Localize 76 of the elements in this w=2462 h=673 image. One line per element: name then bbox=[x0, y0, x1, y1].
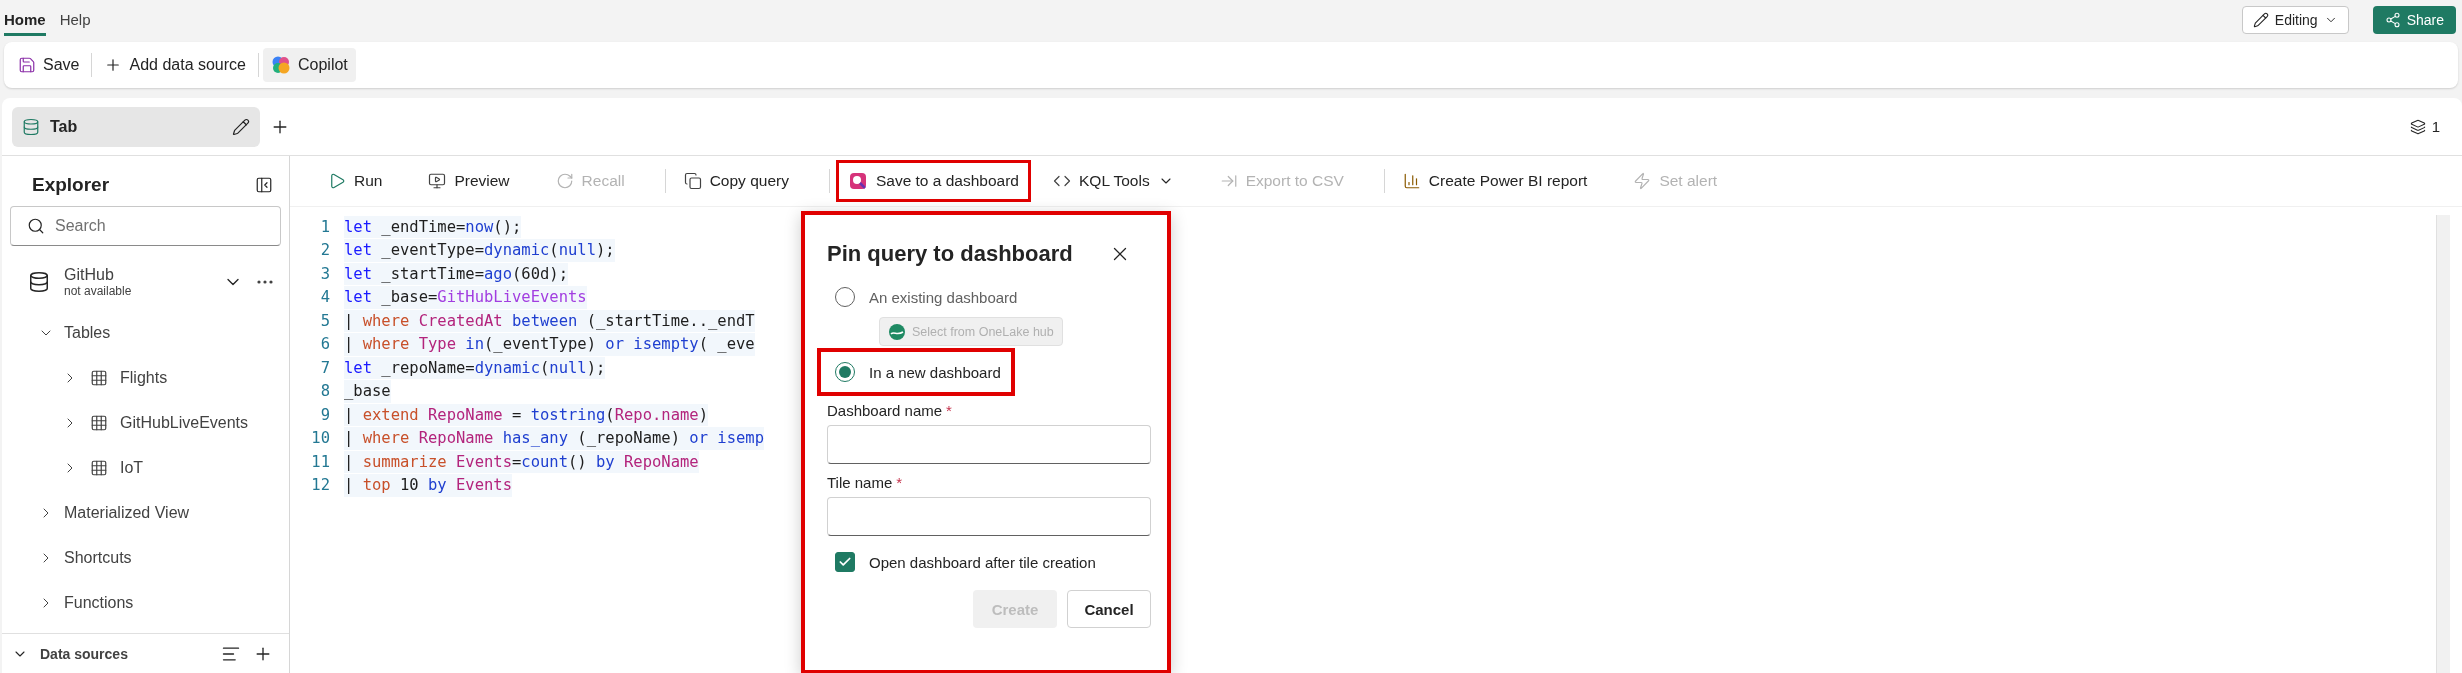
line-number: 6 bbox=[319, 335, 331, 354]
tree-item[interactable]: Materialized View bbox=[2, 490, 289, 535]
line-number: 10 bbox=[310, 429, 331, 448]
checkbox[interactable] bbox=[835, 552, 855, 572]
check-icon bbox=[838, 555, 852, 569]
ribbon-button[interactable]: Copilot bbox=[263, 48, 356, 82]
database-item[interactable]: GitHub not available bbox=[2, 246, 289, 310]
copy-icon bbox=[683, 172, 702, 190]
database-status: not available bbox=[64, 284, 133, 298]
tree-item[interactable]: Shortcuts bbox=[2, 535, 289, 580]
line-number: 5 bbox=[319, 311, 331, 330]
menu-tab[interactable]: Home bbox=[4, 4, 46, 36]
table-icon bbox=[90, 368, 108, 387]
more-icon[interactable] bbox=[257, 280, 273, 284]
text-field[interactable] bbox=[827, 497, 1151, 536]
radio-option[interactable]: An existing dashboard bbox=[827, 277, 1028, 317]
table-item[interactable]: IoT bbox=[2, 445, 289, 490]
ribbon-button[interactable]: Add data source bbox=[96, 48, 254, 82]
dialog-button[interactable]: Cancel bbox=[1067, 590, 1151, 628]
lightning-icon bbox=[1633, 172, 1652, 190]
pencil-icon bbox=[232, 117, 250, 136]
count-text: 1 bbox=[2431, 118, 2440, 135]
line-number: 2 bbox=[319, 241, 331, 260]
export-icon bbox=[1219, 172, 1238, 190]
play-icon bbox=[328, 172, 346, 190]
toolbar-button[interactable]: KQL Tools bbox=[1043, 162, 1184, 200]
toolbar-button[interactable]: Run bbox=[318, 162, 393, 200]
line-number: 7 bbox=[319, 358, 331, 377]
checkbox-option[interactable]: Open dashboard after tile creation bbox=[835, 552, 1151, 572]
recall-icon bbox=[555, 172, 574, 190]
bar-chart-icon bbox=[1402, 172, 1421, 190]
line-number: 12 bbox=[310, 476, 331, 495]
explorer-title: Explorer bbox=[32, 174, 110, 196]
toolbar-button[interactable]: Create Power BI report bbox=[1392, 162, 1598, 200]
collapse-panel-icon bbox=[255, 176, 273, 194]
field-label: Tile name * bbox=[827, 474, 904, 491]
menu-tab[interactable]: Help bbox=[59, 4, 91, 36]
toolbar-button[interactable]: Copy query bbox=[673, 162, 799, 200]
mode-dropdown[interactable]: Editing bbox=[2241, 6, 2349, 34]
scrollbar[interactable] bbox=[2436, 215, 2450, 673]
table-icon bbox=[90, 458, 108, 477]
search-field[interactable]: Search bbox=[10, 206, 281, 246]
dashboard-pin-icon bbox=[847, 171, 868, 191]
share-icon bbox=[2384, 12, 2401, 28]
pencil-icon bbox=[2252, 12, 2269, 28]
line-number: 11 bbox=[310, 452, 331, 471]
ribbon-button[interactable]: Save bbox=[10, 48, 88, 82]
share-button[interactable]: Share bbox=[2372, 6, 2456, 34]
tree-item[interactable]: Functions bbox=[2, 580, 289, 625]
query-tab[interactable]: Tab bbox=[12, 106, 260, 147]
line-number: 9 bbox=[319, 405, 331, 424]
line-number: 1 bbox=[319, 217, 331, 236]
toolbar-button[interactable]: Save to a dashboard bbox=[837, 162, 1029, 200]
lake-logo-icon bbox=[888, 322, 906, 341]
field-label: Dashboard name * bbox=[827, 402, 953, 419]
search-icon bbox=[27, 217, 45, 235]
database-name: GitHub bbox=[64, 266, 115, 284]
line-number: 8 bbox=[319, 382, 331, 401]
section-label: Data sources bbox=[40, 645, 129, 662]
tab-label: Tab bbox=[50, 117, 79, 136]
toolbar-button[interactable]: Preview bbox=[418, 162, 520, 200]
table-item[interactable]: GitHubLiveEvents bbox=[2, 400, 289, 445]
preview-icon bbox=[428, 172, 447, 190]
radio-option[interactable]: In a new dashboard bbox=[821, 352, 1011, 392]
database-icon bbox=[22, 117, 40, 136]
table-item[interactable]: Flights bbox=[2, 355, 289, 400]
text-field[interactable] bbox=[827, 425, 1151, 464]
line-number: 4 bbox=[319, 288, 331, 307]
database-icon bbox=[28, 271, 50, 293]
line-number: 3 bbox=[319, 264, 331, 283]
dialog-title: Pin query to dashboard bbox=[827, 241, 1073, 267]
save-icon bbox=[18, 56, 36, 74]
tree-item[interactable]: Tables bbox=[2, 310, 289, 355]
table-icon bbox=[90, 413, 108, 432]
layers-icon bbox=[2409, 118, 2426, 135]
copilot-logo-icon bbox=[271, 55, 291, 75]
